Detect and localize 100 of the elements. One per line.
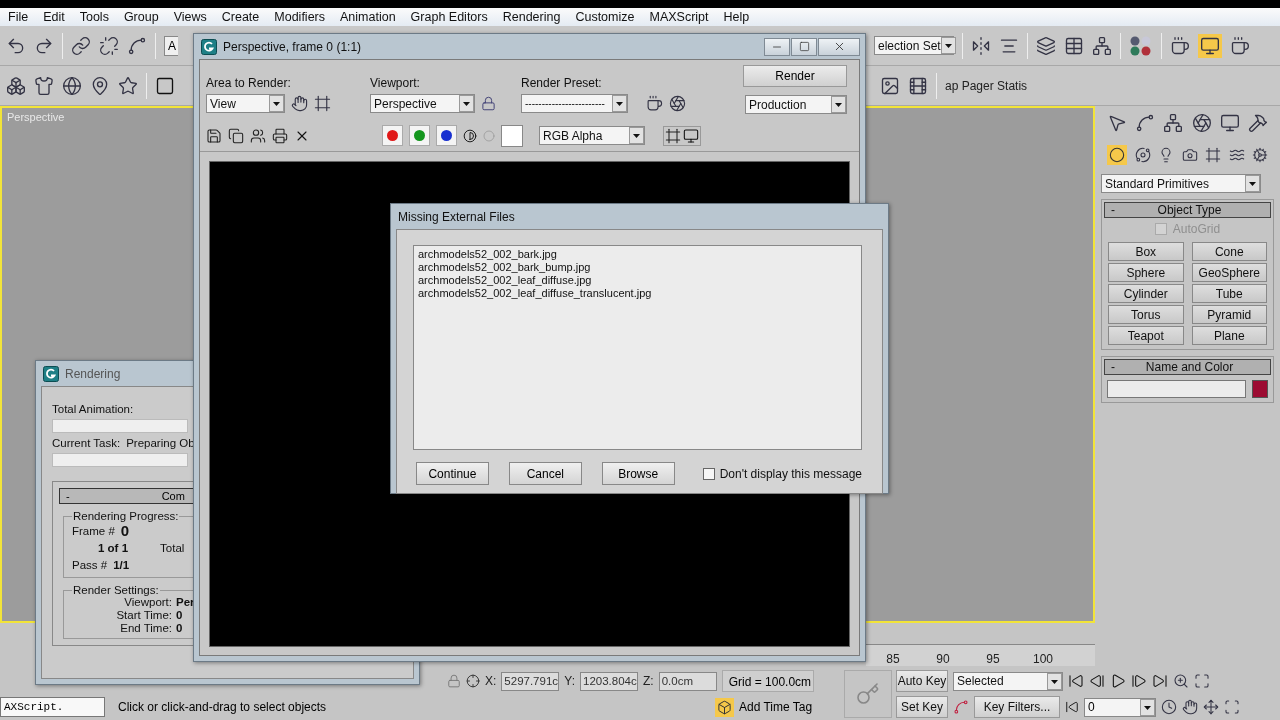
crosshair-icon[interactable] bbox=[466, 674, 480, 688]
menu-item[interactable]: Modifiers bbox=[274, 10, 325, 24]
checkbox-label[interactable]: Don't display this message bbox=[719, 466, 862, 481]
menu-item[interactable]: Tools bbox=[79, 10, 109, 24]
name-field[interactable] bbox=[1107, 380, 1246, 398]
play-icon[interactable] bbox=[1110, 673, 1126, 689]
coordinate-field[interactable]: 5297.791c bbox=[501, 671, 560, 691]
menu-item[interactable]: Graph Editors bbox=[410, 10, 488, 24]
primitive-button[interactable]: Teapot bbox=[1108, 326, 1184, 345]
auto-key-button[interactable]: Auto Key bbox=[896, 670, 948, 692]
maximize-icon[interactable] bbox=[798, 41, 810, 52]
save-icon[interactable] bbox=[206, 127, 222, 144]
maxscript-field[interactable]: AXScript. bbox=[0, 697, 105, 717]
ball-icon[interactable] bbox=[62, 75, 82, 96]
hierarchy-icon[interactable] bbox=[1163, 113, 1184, 133]
primitive-button[interactable]: Sphere bbox=[1108, 263, 1184, 282]
checkbox[interactable] bbox=[702, 467, 715, 480]
waves-icon[interactable] bbox=[1228, 147, 1245, 163]
menu-item[interactable]: Group bbox=[123, 10, 159, 24]
frame-field[interactable]: 0 bbox=[1084, 697, 1156, 717]
coordinate-field[interactable]: 1203.804c bbox=[580, 671, 639, 691]
render-mode-dropdown[interactable]: Production bbox=[745, 95, 847, 114]
key-mode-dropdown[interactable]: Selected bbox=[953, 671, 1063, 691]
file-list-item[interactable]: archmodels52_002_bark.jpg bbox=[418, 248, 857, 261]
named-selection-dropdown[interactable]: election Set bbox=[874, 36, 954, 55]
cube-icon[interactable] bbox=[717, 699, 732, 715]
film-icon[interactable] bbox=[908, 75, 928, 96]
star-icon[interactable] bbox=[118, 75, 138, 96]
zoom-extents-icon[interactable] bbox=[1194, 673, 1210, 689]
key-filters-button[interactable]: Key Filters... bbox=[974, 696, 1060, 718]
primitive-button[interactable]: Box bbox=[1108, 242, 1184, 261]
menu-item[interactable]: Animation bbox=[340, 10, 396, 24]
previous-frame-icon[interactable] bbox=[1089, 673, 1105, 689]
primitive-button[interactable]: Cone bbox=[1191, 242, 1267, 261]
dialog-button[interactable]: Browse bbox=[601, 462, 675, 485]
menu-item[interactable]: Views bbox=[173, 10, 207, 24]
render-frame-icon[interactable] bbox=[880, 75, 900, 96]
menu-item[interactable]: Rendering bbox=[502, 10, 561, 24]
schematic-icon[interactable] bbox=[1092, 35, 1112, 56]
maximize-button[interactable] bbox=[791, 37, 817, 56]
set-key-button[interactable]: Set Key bbox=[896, 696, 948, 718]
curve-icon[interactable] bbox=[953, 699, 969, 715]
primitive-button[interactable]: Tube bbox=[1191, 284, 1267, 303]
primitive-button[interactable]: Torus bbox=[1108, 305, 1184, 324]
sphere-icon[interactable] bbox=[1109, 147, 1125, 163]
environment-icon[interactable] bbox=[669, 95, 686, 112]
time-tag-label[interactable]: Add Time Tag bbox=[739, 700, 813, 714]
print-icon[interactable] bbox=[272, 127, 288, 144]
primitive-button[interactable]: Pyramid bbox=[1191, 305, 1267, 324]
pin-icon[interactable] bbox=[90, 75, 110, 96]
shirt-icon[interactable] bbox=[34, 75, 54, 96]
link-icon[interactable] bbox=[71, 35, 91, 56]
curve-icon[interactable] bbox=[127, 35, 147, 56]
menu-item[interactable]: Help bbox=[723, 10, 750, 24]
menu-item[interactable]: File bbox=[8, 10, 29, 24]
menu-item[interactable]: MAXScript bbox=[649, 10, 709, 24]
viewport-dropdown[interactable]: Perspective bbox=[370, 94, 475, 113]
file-list-item[interactable]: archmodels52_002_bark_bump.jpg bbox=[418, 261, 857, 274]
first-frame-icon[interactable] bbox=[1068, 673, 1084, 689]
render-button[interactable]: Render bbox=[743, 65, 847, 87]
primitive-button[interactable]: Cylinder bbox=[1108, 284, 1184, 303]
zoom-icon[interactable] bbox=[1173, 673, 1189, 689]
camera-icon[interactable] bbox=[1181, 147, 1198, 163]
dialog-button[interactable]: Continue bbox=[416, 462, 489, 485]
file-list-item[interactable]: archmodels52_002_leaf_diffuse_translucent.jpg bbox=[418, 287, 857, 300]
cubes-icon[interactable] bbox=[6, 75, 26, 96]
maximize-icon[interactable] bbox=[1224, 699, 1240, 715]
gear-icon[interactable] bbox=[1252, 147, 1268, 163]
mono-icon[interactable] bbox=[463, 128, 477, 143]
last-frame-icon[interactable] bbox=[1152, 673, 1168, 689]
rollout-header[interactable]: - Name and Color bbox=[1104, 359, 1271, 375]
pan-icon[interactable] bbox=[1182, 699, 1198, 715]
table-icon[interactable] bbox=[1064, 35, 1084, 56]
light-icon[interactable] bbox=[1158, 147, 1174, 163]
channel-button[interactable] bbox=[382, 125, 403, 146]
copy-icon[interactable] bbox=[228, 127, 244, 144]
file-list-item[interactable]: archmodels52_002_leaf_diffuse.jpg bbox=[418, 274, 857, 287]
menu-item[interactable]: Create bbox=[221, 10, 260, 24]
primitive-button[interactable]: Plane bbox=[1191, 326, 1267, 345]
rollout-header[interactable]: - Object Type bbox=[1104, 202, 1271, 218]
color-swatch[interactable] bbox=[1252, 380, 1268, 398]
display-icon[interactable] bbox=[683, 127, 699, 144]
preset-dropdown[interactable]: ------------------------ bbox=[521, 94, 628, 113]
dialog-button[interactable]: Cancel bbox=[508, 462, 582, 485]
minimize-button[interactable] bbox=[764, 37, 790, 56]
display-icon[interactable] bbox=[1219, 113, 1240, 133]
menu-item[interactable]: Edit bbox=[43, 10, 65, 24]
selection-filter-field[interactable]: A bbox=[164, 35, 178, 56]
time-ruler[interactable]: 85 90 95 100 bbox=[866, 644, 1095, 666]
coordinate-field[interactable]: 0.0cm bbox=[658, 671, 717, 691]
layers-icon[interactable] bbox=[1036, 35, 1056, 56]
channel-dropdown[interactable]: RGB Alpha bbox=[539, 126, 645, 145]
lock-icon[interactable] bbox=[481, 96, 496, 111]
file-list[interactable]: archmodels52_002_bark.jpg archmodels52_002_bark_bump.jpg archmodels52_002_leaf_diffuse.jpg archmodels52_002_leaf_diffuse_translucent.jpg bbox=[413, 245, 862, 450]
mirror-icon[interactable] bbox=[971, 35, 991, 56]
spheres-icon[interactable] bbox=[1129, 34, 1153, 57]
area-dropdown[interactable]: View bbox=[206, 94, 285, 113]
channel-button[interactable] bbox=[409, 125, 430, 146]
square-icon[interactable] bbox=[155, 75, 175, 96]
unlink-icon[interactable] bbox=[99, 35, 119, 56]
